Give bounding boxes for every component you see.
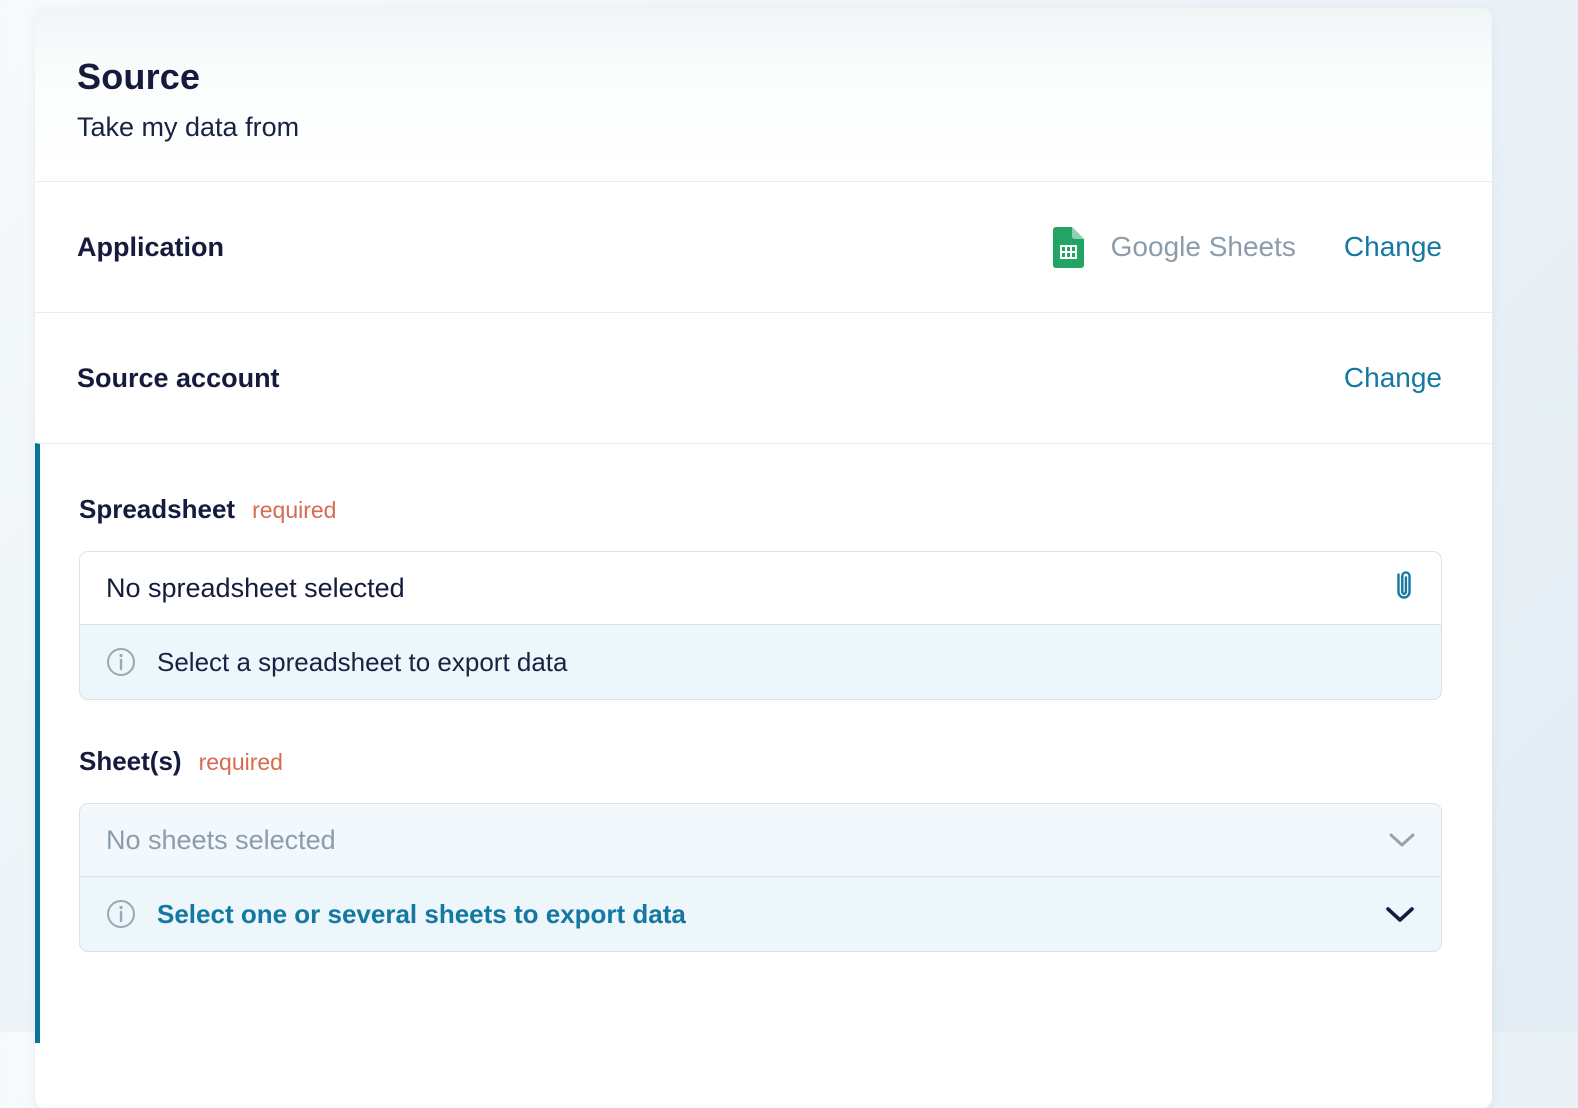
spreadsheet-picker-value: No spreadsheet selected <box>106 573 405 604</box>
application-label: Application <box>77 232 224 263</box>
spreadsheet-label: Spreadsheet <box>79 494 235 525</box>
sheets-required-badge: required <box>199 749 283 776</box>
sheets-label-row: Sheet(s) required <box>79 746 1442 777</box>
application-name: Google Sheets <box>1111 231 1296 263</box>
sheets-field-group: No sheets selected Select one or several… <box>79 803 1442 952</box>
paperclip-icon[interactable] <box>1393 568 1415 608</box>
change-account-link[interactable]: Change <box>1344 362 1442 394</box>
info-icon <box>106 647 136 677</box>
sheets-hint-text: Select one or several sheets to export d… <box>157 899 686 930</box>
source-account-label: Source account <box>77 363 280 394</box>
change-application-link[interactable]: Change <box>1344 231 1442 263</box>
card-header: Source Take my data from <box>35 8 1492 181</box>
expand-chevron-down-icon[interactable] <box>1385 906 1415 923</box>
spreadsheet-field-group: No spreadsheet selected Select a spreads… <box>79 551 1442 700</box>
source-settings-section: Spreadsheet required No spreadsheet sele… <box>35 443 1492 1043</box>
source-account-row: Source account Change <box>35 312 1492 443</box>
page-title: Source <box>77 56 1450 98</box>
sheets-hint-box[interactable]: Select one or several sheets to export d… <box>79 876 1442 952</box>
sheets-select-placeholder: No sheets selected <box>106 825 336 856</box>
spreadsheet-picker-input[interactable]: No spreadsheet selected <box>79 551 1442 625</box>
info-icon <box>106 899 136 929</box>
application-row: Application Google Sheets Change <box>35 181 1492 312</box>
sheets-label: Sheet(s) <box>79 746 182 777</box>
selected-application: Google Sheets <box>1053 227 1296 268</box>
sheets-select[interactable]: No sheets selected <box>79 803 1442 877</box>
spreadsheet-required-badge: required <box>252 497 336 524</box>
google-sheets-icon <box>1053 227 1084 268</box>
spreadsheet-hint-box: Select a spreadsheet to export data <box>79 624 1442 700</box>
spreadsheet-label-row: Spreadsheet required <box>79 494 1442 525</box>
page-subtitle: Take my data from <box>77 112 1450 143</box>
source-config-card: Source Take my data from Application Goo… <box>35 8 1492 1108</box>
chevron-down-icon <box>1389 833 1415 848</box>
spreadsheet-hint-text: Select a spreadsheet to export data <box>157 647 568 678</box>
